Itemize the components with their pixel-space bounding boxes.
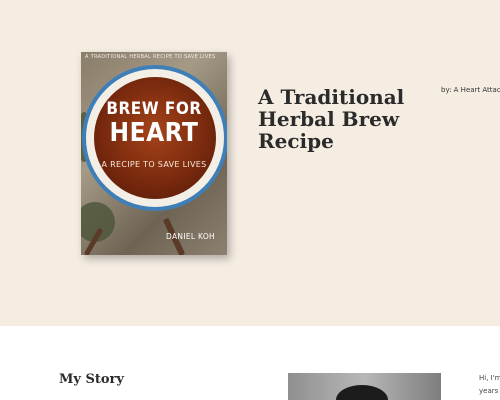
book-title-line1: BREW FOR: [106, 99, 202, 119]
story-intro-text: Hi, I'm: [479, 374, 500, 382]
byline: by: A Heart Attack: [441, 86, 500, 94]
book-author: DANIEL KOH: [166, 232, 215, 241]
author-photo: [288, 373, 441, 400]
hero-section: A TRADITIONAL HERBAL RECIPE TO SAVE LIVE…: [0, 0, 500, 326]
person-silhouette: [336, 385, 388, 400]
book-cover-image: A TRADITIONAL HERBAL RECIPE TO SAVE LIVE…: [81, 52, 227, 255]
book-title-line2: HEART: [109, 118, 199, 148]
book-tagline: A TRADITIONAL HERBAL RECIPE TO SAVE LIVE…: [85, 54, 216, 60]
page-title: A Traditional Herbal Brew Recipe: [258, 85, 405, 153]
story-intro-text: years o: [479, 387, 500, 395]
book-subtitle: A RECIPE TO SAVE LIVES: [101, 160, 207, 169]
story-heading: My Story: [59, 372, 124, 387]
